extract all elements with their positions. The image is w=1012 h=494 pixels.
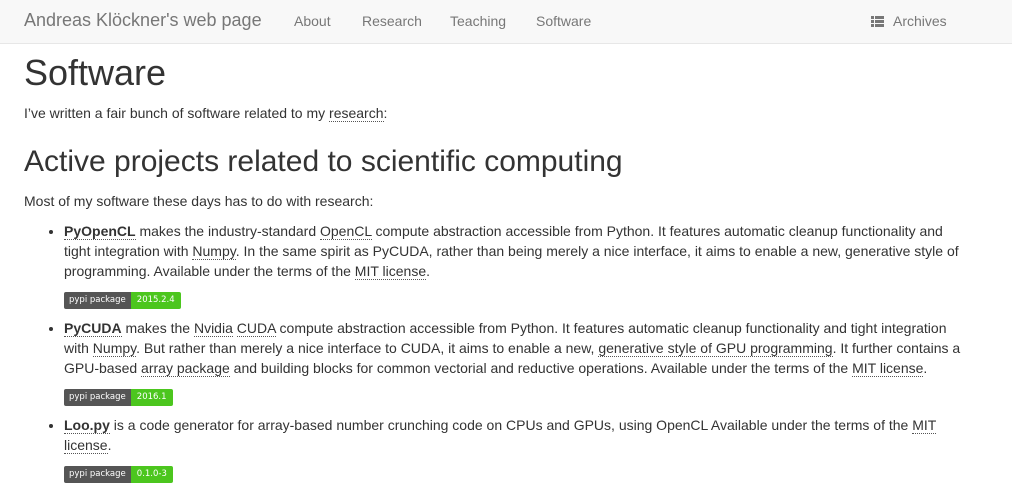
badge-version: 0.1.0-3 [130, 466, 173, 483]
loopy-link[interactable]: Loo.py [64, 417, 110, 434]
mit-license-link[interactable]: MIT license [354, 263, 427, 280]
page-title: Software [24, 52, 167, 93]
pycuda-link[interactable]: PyCUDA [64, 320, 122, 337]
pyopencl-link[interactable]: PyOpenCL [64, 223, 136, 240]
mit-license-link[interactable]: MIT license [852, 360, 924, 377]
brand-link[interactable]: Andreas Klöckner's web page [24, 10, 262, 31]
cuda-link[interactable]: CUDA [236, 320, 276, 337]
numpy-link[interactable]: Numpy [92, 340, 137, 357]
numpy-link[interactable]: Numpy [192, 243, 236, 260]
section-lead: Most of my software these days has to do… [24, 193, 374, 209]
badge-version: 2015.2.4 [130, 292, 181, 309]
nav-software[interactable]: Software [536, 13, 591, 29]
list-icon [871, 16, 884, 27]
nav-research[interactable]: Research [362, 13, 422, 29]
gpu-programming-link[interactable]: generative style of GPU programming [598, 340, 833, 357]
badge-version: 2016.1 [130, 389, 173, 406]
nav-about[interactable]: About [294, 13, 331, 29]
archives-link[interactable]: Archives [871, 13, 947, 29]
archives-label: Archives [893, 13, 947, 29]
list-item: PyOpenCL makes the industry-standard Ope… [64, 221, 964, 309]
badge-label: pypi package [64, 389, 131, 406]
pypi-badge[interactable]: pypi package 0.1.0-3 [64, 466, 173, 483]
main-content: Software I’ve written a fair bunch of so… [24, 44, 964, 492]
badge-label: pypi package [64, 466, 131, 483]
pypi-badge[interactable]: pypi package 2016.1 [64, 389, 173, 406]
array-package-link[interactable]: array package [141, 360, 230, 377]
navbar: Andreas Klöckner's web page About Resear… [0, 0, 1012, 44]
list-item: Loo.py is a code generator for array-bas… [64, 415, 964, 483]
section-title: Active projects related to scientific co… [24, 145, 623, 178]
list-item: PyCUDA makes the Nvidia CUDA compute abs… [64, 318, 964, 406]
opencl-link[interactable]: OpenCL [320, 223, 372, 240]
project-list: PyOpenCL makes the industry-standard Ope… [24, 221, 964, 483]
nav-teaching[interactable]: Teaching [450, 13, 506, 29]
pypi-badge[interactable]: pypi package 2015.2.4 [64, 292, 181, 309]
intro-text: I’ve written a fair bunch of software re… [24, 105, 388, 122]
research-link[interactable]: research [329, 105, 384, 122]
nvidia-link[interactable]: Nvidia [193, 320, 233, 337]
badge-label: pypi package [64, 292, 131, 309]
